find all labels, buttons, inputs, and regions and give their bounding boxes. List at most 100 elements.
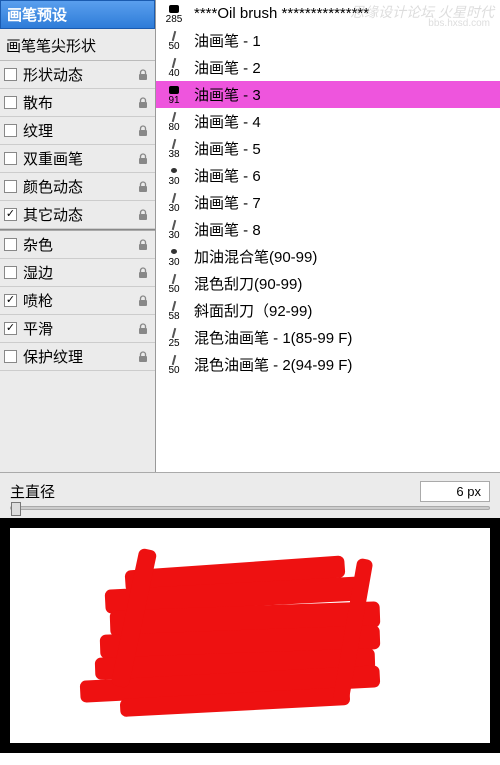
brush-tip-shape[interactable]: 画笔笔尖形状 — [0, 29, 155, 61]
checkbox[interactable] — [4, 238, 17, 251]
diameter-label: 主直径 — [10, 481, 55, 502]
brush-thumb: 50 — [162, 273, 186, 295]
option-row[interactable]: 喷枪 — [0, 287, 155, 315]
lock-icon[interactable] — [135, 237, 151, 253]
option-row[interactable]: 散布 — [0, 89, 155, 117]
panel-header-presets[interactable]: 画笔预设 — [0, 0, 155, 29]
checkbox[interactable] — [4, 208, 17, 221]
option-row[interactable]: 双重画笔 — [0, 145, 155, 173]
brush-size: 25 — [168, 339, 179, 349]
option-label: 湿边 — [23, 262, 135, 283]
lock-icon[interactable] — [135, 321, 151, 337]
brush-size: 58 — [168, 312, 179, 322]
brush-name: 油画笔 - 2 — [194, 57, 261, 78]
checkbox[interactable] — [4, 322, 17, 335]
brush-size: 50 — [168, 42, 179, 52]
option-row[interactable]: 湿边 — [0, 259, 155, 287]
option-row[interactable]: 保护纹理 — [0, 343, 155, 371]
brush-thumb: 58 — [162, 300, 186, 322]
lock-icon[interactable] — [135, 179, 151, 195]
option-label: 颜色动态 — [23, 176, 135, 197]
option-row[interactable]: 杂色 — [0, 231, 155, 259]
brush-list-panel: 285 ****Oil brush *************** 50 油画笔 - … — [156, 0, 500, 472]
brush-size: 30 — [168, 231, 179, 241]
brush-list-item[interactable]: 91 油画笔 - 3 — [156, 81, 500, 108]
brush-size: 30 — [168, 258, 179, 268]
brush-thumb: 50 — [162, 354, 186, 376]
brush-name: 斜面刮刀（92-99) — [194, 300, 312, 321]
option-label: 形状动态 — [23, 64, 135, 85]
lock-icon[interactable] — [135, 95, 151, 111]
brush-thumb: 91 — [162, 84, 186, 106]
lock-icon[interactable] — [135, 67, 151, 83]
brush-list-item[interactable]: 58 斜面刮刀（92-99) — [156, 297, 500, 324]
option-label: 双重画笔 — [23, 148, 135, 169]
brush-size: 50 — [168, 285, 179, 295]
checkbox[interactable] — [4, 96, 17, 109]
brush-thumb: 40 — [162, 57, 186, 79]
brush-list[interactable]: 285 ****Oil brush *************** 50 油画笔 - … — [156, 0, 500, 472]
brush-name: 混色油画笔 - 2(94-99 F) — [194, 354, 352, 375]
brush-list-item[interactable]: 30 加油混合笔(90-99) — [156, 243, 500, 270]
option-label: 保护纹理 — [23, 346, 135, 367]
brush-thumb: 38 — [162, 138, 186, 160]
brush-size: 40 — [168, 69, 179, 79]
brush-list-item[interactable]: 30 油画笔 - 7 — [156, 189, 500, 216]
brush-list-item[interactable]: 285 ****Oil brush *************** — [156, 0, 500, 27]
option-label: 纹理 — [23, 120, 135, 141]
checkbox[interactable] — [4, 124, 17, 137]
preview-canvas — [10, 528, 490, 743]
checkbox[interactable] — [4, 266, 17, 279]
option-row[interactable]: 形状动态 — [0, 61, 155, 89]
brush-options-panel: 画笔预设 画笔笔尖形状 形状动态散布纹理双重画笔颜色动态其它动态 杂色湿边喷枪平… — [0, 0, 156, 472]
lock-icon[interactable] — [135, 349, 151, 365]
lock-icon[interactable] — [135, 293, 151, 309]
brush-list-item[interactable]: 50 油画笔 - 1 — [156, 27, 500, 54]
brush-thumb: 50 — [162, 30, 186, 52]
lock-icon[interactable] — [135, 207, 151, 223]
diameter-section: 主直径 6 px — [0, 472, 500, 518]
brush-name: ****Oil brush *************** — [194, 5, 369, 22]
brush-size: 91 — [168, 96, 179, 106]
brush-list-item[interactable]: 38 油画笔 - 5 — [156, 135, 500, 162]
option-label: 平滑 — [23, 318, 135, 339]
lock-icon[interactable] — [135, 123, 151, 139]
option-row[interactable]: 其它动态 — [0, 201, 155, 229]
lock-icon[interactable] — [135, 265, 151, 281]
brush-name: 混色刮刀(90-99) — [194, 273, 302, 294]
brush-list-item[interactable]: 50 混色刮刀(90-99) — [156, 270, 500, 297]
brush-list-item[interactable]: 80油画笔 - 4 — [156, 108, 500, 135]
checkbox[interactable] — [4, 294, 17, 307]
brush-name: 油画笔 - 5 — [194, 138, 261, 159]
slider-thumb[interactable] — [11, 502, 21, 516]
brush-list-item[interactable]: 50 混色油画笔 - 2(94-99 F) — [156, 351, 500, 378]
brush-list-item[interactable]: 40 油画笔 - 2 — [156, 54, 500, 81]
option-row[interactable]: 平滑 — [0, 315, 155, 343]
option-label: 散布 — [23, 92, 135, 113]
lock-icon[interactable] — [135, 151, 151, 167]
brush-size: 80 — [168, 123, 179, 133]
brush-size: 50 — [168, 366, 179, 376]
option-row[interactable]: 颜色动态 — [0, 173, 155, 201]
checkbox[interactable] — [4, 152, 17, 165]
diameter-value[interactable]: 6 px — [420, 481, 490, 502]
option-label: 杂色 — [23, 234, 135, 255]
brush-thumb: 25 — [162, 327, 186, 349]
brush-size: 38 — [168, 150, 179, 160]
checkbox[interactable] — [4, 68, 17, 81]
brush-name: 油画笔 - 1 — [194, 30, 261, 51]
brush-list-item[interactable]: 30油画笔 - 8 — [156, 216, 500, 243]
checkbox[interactable] — [4, 350, 17, 363]
brush-thumb: 30 — [162, 192, 186, 214]
option-row[interactable]: 纹理 — [0, 117, 155, 145]
brush-size: 285 — [166, 15, 183, 25]
brush-name: 油画笔 - 3 — [194, 84, 261, 105]
diameter-slider[interactable] — [10, 506, 490, 510]
option-label: 其它动态 — [23, 204, 135, 225]
brush-list-item[interactable]: 30油画笔 - 6 — [156, 162, 500, 189]
brush-list-item[interactable]: 25混色油画笔 - 1(85-99 F) — [156, 324, 500, 351]
checkbox[interactable] — [4, 180, 17, 193]
brush-name: 加油混合笔(90-99) — [194, 246, 317, 267]
brush-name: 油画笔 - 7 — [194, 192, 261, 213]
brush-size: 30 — [168, 177, 179, 187]
